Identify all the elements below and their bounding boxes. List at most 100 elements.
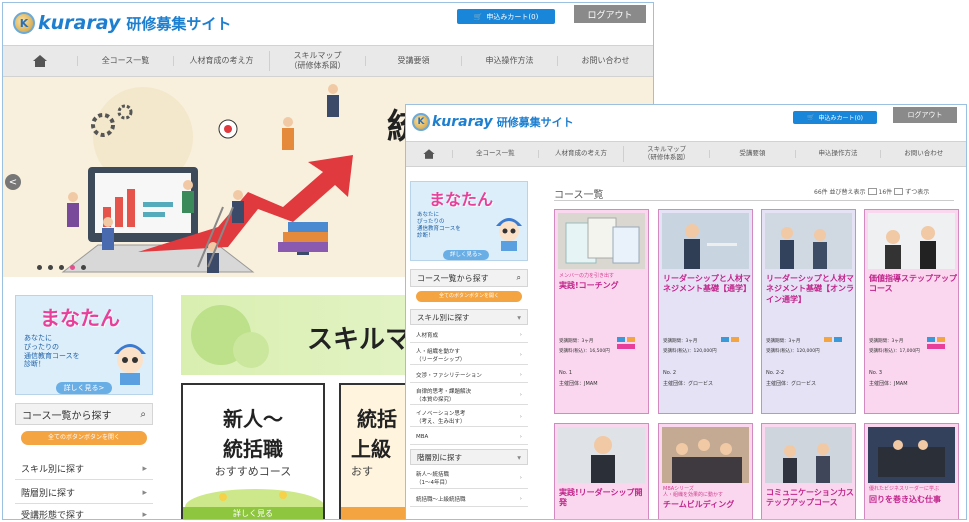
nav-guidelines[interactable]: 受講要領 [365,56,461,66]
open-all-toggle-button[interactable]: 全てのボタンボタンを開く [416,291,522,302]
nav-hr-philosophy[interactable]: 人材育成の考え方 [173,56,269,66]
logout-button[interactable]: ログアウト [574,5,646,23]
course-thumbnail [765,213,852,269]
course-card[interactable]: メンバーの力を引き出す 実践!コーチング 受講期間：3ヶ月 受講料(税込)：16… [554,209,649,414]
chevron-right-icon: › [519,391,522,398]
home-icon [423,149,435,159]
course-title: チームビルディング [663,500,735,509]
grass-decoration-icon [185,489,323,509]
format-filter-label: 受講形態で探す [21,511,85,520]
logout-button[interactable]: ログアウト [893,107,957,123]
skill-item[interactable]: 交渉・ファシリテーション › [410,367,528,383]
course-title: コミュニケーション力ステップアップコース [766,488,854,508]
skill-filter-row[interactable]: スキル別に探す ▸ [15,458,153,480]
course-search-label: コース一覧から探す [22,410,112,422]
cart-button[interactable]: 🛒 申込みカート(0) [793,111,877,124]
nav-home[interactable] [3,55,77,67]
chevron-right-icon: › [519,433,522,440]
card-subtitle: おす [351,465,373,478]
per-page-select[interactable] [894,188,904,195]
level-filter-header[interactable]: 階層別に探す ▾ [410,449,528,465]
carousel-dot[interactable] [59,265,64,270]
course-period: 受講期間：3ヶ月 [869,339,904,344]
site-logo[interactable]: K kuraray 研修募集サイト [13,12,231,34]
card-line1: 新人～ [223,407,283,431]
nav-skill-map[interactable]: スキルマップ （研修体系図） [269,51,365,71]
logo-word: kuraray [38,12,121,34]
carousel-dot[interactable] [81,265,86,270]
skill-item[interactable]: 人・組織を動かす （リーダーシップ） › [410,345,528,365]
card-line2: 統括職 [223,437,283,461]
course-thumbnail [662,427,749,483]
course-search-header[interactable]: コース一覧から探す ⌕ [15,403,153,425]
level-item-label: 新人～統括職 （1～4年目） [416,471,451,486]
cart-label: 申込みカート(0) [486,12,539,21]
recommend-card-newcomer[interactable]: 新人～ 統括職 おすすめコース 詳しく見る [181,383,325,519]
sort-select[interactable] [867,188,877,195]
manatan-details-link[interactable]: 詳しく見る> [56,382,112,394]
recommend-card-manager[interactable]: 統括 上級 おす [339,383,409,519]
format-badge [927,337,935,342]
nav-hr-philosophy[interactable]: 人材育成の考え方 [537,149,624,158]
carousel-prev-button[interactable]: < [5,174,21,190]
course-card[interactable]: リーダーシップと人材マネジメント基礎【オンライン通学】 受講期間：3ヶ月 受講料… [761,209,856,414]
skill-filter-header[interactable]: スキル別に探す ▾ [410,309,528,325]
level-filter-row[interactable]: 階層別に探す ▸ [15,482,153,504]
nav-contact[interactable]: お問い合わせ [557,56,653,66]
nav-guidelines[interactable]: 受講要領 [709,149,795,158]
carousel-dot-active[interactable] [70,265,75,270]
course-card[interactable]: 価値指導ステップアップコース 受講期間：3ヶ月 受講料(税込)：17,000円 … [864,209,959,414]
site-logo[interactable]: K kuraray 研修募集サイト [412,113,574,131]
skill-filter-label: スキル別に探す [417,312,470,322]
level-item[interactable]: 統括職～上級統括職 › [410,491,528,507]
course-search-header[interactable]: コース一覧から探す ⌕ [410,269,528,287]
nav-application-howto[interactable]: 申込操作方法 [461,56,557,66]
course-organizer: 主催団体：グロービス [663,381,714,387]
skill-item[interactable]: 自律的思考・課題解決 （本質の探究） › [410,385,528,405]
format-badge [721,337,729,342]
nav-application-howto[interactable]: 申込操作方法 [794,149,881,158]
course-title: 実践!コーチング [559,281,619,290]
level-item[interactable]: 新人～統括職 （1～4年目） › [410,467,528,489]
chevron-right-icon: ▸ [142,463,147,474]
nav-contact[interactable]: お問い合わせ [880,149,966,158]
nav-all-courses[interactable]: 全コース一覧 [452,149,538,158]
card-line1: 統括 [357,407,397,431]
course-tag: メンバーの力を引き出す [559,273,615,279]
manatan-details-link[interactable]: 詳しく見る> [443,250,489,260]
cart-button[interactable]: 🛒 申込みカート(0) [457,9,555,24]
course-card[interactable]: リーダーシップと人材マネジメント基礎【通学】 受講期間：3ヶ月 受講料(税込)：… [658,209,753,414]
level-filter-label: 階層別に探す [21,489,76,499]
skill-item[interactable]: 人材育成 › [410,327,528,343]
course-card[interactable]: MBAシリーズ 人・組織を効果的に動かす チームビルディング [658,423,753,519]
course-tag: MBAシリーズ 人・組織を効果的に動かす [663,486,724,498]
course-card[interactable]: 優れたビジネスリーダーに学ぶ 回りを巻き込む仕事 [864,423,959,519]
skill-item-label: MBA [416,433,429,440]
format-badge [937,337,945,342]
manatan-banner[interactable]: まなたん あなたに ぴったりの 通信教育コースを 診断！ 詳しく見る> [410,181,528,261]
nav-all-courses[interactable]: 全コース一覧 [77,56,173,66]
course-title: リーダーシップと人材マネジメント基礎【通学】 [663,274,751,294]
chevron-right-icon: › [519,371,522,378]
open-all-toggle-button[interactable]: 全てのボタンボタンを開く [21,431,147,445]
card-subtitle: おすすめコース [214,465,292,478]
cart-label: 申込みカート(0) [818,115,863,122]
course-number: No. 2-2 [766,370,785,376]
format-filter-row[interactable]: 受講形態で探す ▸ [15,506,153,520]
nav-skill-map[interactable]: スキルマップ （研修体系図） [623,145,709,162]
status-badge [927,344,945,349]
card-details-link[interactable]: 詳しく見る [183,507,323,519]
manatan-title: まなたん [40,306,120,330]
course-card[interactable]: 実践!リーダーシップ開発 [554,423,649,519]
nav-home[interactable] [406,148,452,160]
skill-item[interactable]: イノベーション思考 （考え、生み出す） › [410,407,528,427]
card-footer[interactable] [341,507,409,519]
manatan-banner[interactable]: まなたん あなたに ぴったりの 通信教育コースを 診断！ 詳しく見る> [15,295,153,395]
carousel-dot[interactable] [37,265,42,270]
course-thumbnail [662,213,749,269]
carousel-dot[interactable] [48,265,53,270]
course-card[interactable]: コミュニケーション力ステップアップコース [761,423,856,519]
logo-mark-icon: K [412,113,430,131]
course-number: No. 2 [663,370,677,376]
skill-item[interactable]: MBA › [410,429,528,445]
